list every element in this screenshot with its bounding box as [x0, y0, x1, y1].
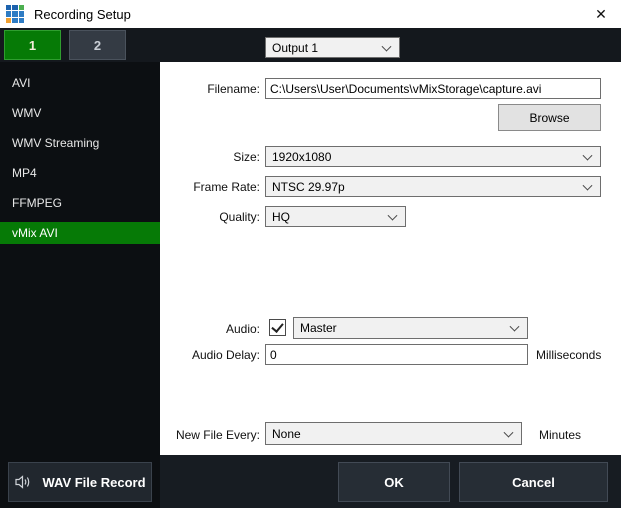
audio-label: Audio: — [225, 322, 260, 336]
window-title: Recording Setup — [34, 6, 131, 22]
new-file-every-select[interactable]: None — [265, 422, 522, 445]
close-icon[interactable]: ✕ — [581, 0, 621, 28]
size-select[interactable]: 1920x1080 — [265, 146, 601, 167]
sidebar-item-wmv-streaming[interactable]: WMV Streaming — [0, 132, 160, 154]
audio-bus-select-value: Master — [300, 321, 337, 335]
wav-file-record-button[interactable]: WAV File Record — [8, 462, 152, 502]
size-select-value: 1920x1080 — [272, 149, 332, 164]
browse-button[interactable]: Browse — [498, 104, 601, 131]
format-sidebar: AVI WMV WMV Streaming MP4 FFMPEG vMix AV… — [0, 62, 160, 508]
ok-button[interactable]: OK — [338, 462, 450, 502]
new-file-every-label: New File Every: — [175, 428, 260, 442]
milliseconds-label: Milliseconds — [536, 348, 602, 362]
filename-label: Filename: — [207, 82, 260, 96]
chevron-down-icon — [503, 427, 514, 438]
frame-rate-select[interactable]: NTSC 29.97p — [265, 176, 601, 197]
sidebar-item-wmv[interactable]: WMV — [0, 102, 160, 124]
title-bar: Recording Setup ✕ — [0, 0, 621, 28]
tab-output-2[interactable]: 2 — [69, 30, 126, 60]
audio-checkbox[interactable] — [269, 319, 286, 336]
size-label: Size: — [233, 150, 260, 164]
sidebar-item-mp4[interactable]: MP4 — [0, 162, 160, 184]
output-select-value: Output 1 — [272, 40, 319, 55]
audio-delay-input[interactable] — [265, 344, 528, 365]
quality-select-value: HQ — [272, 209, 290, 224]
audio-delay-label: Audio Delay: — [191, 348, 260, 362]
frame-rate-select-value: NTSC 29.97p — [272, 179, 345, 194]
sidebar-item-avi[interactable]: AVI — [0, 72, 160, 94]
sidebar-item-vmix-avi[interactable]: vMix AVI — [0, 222, 160, 244]
output-select[interactable]: Output 1 — [265, 37, 400, 58]
frame-rate-label: Frame Rate: — [193, 180, 260, 194]
tab-output-1[interactable]: 1 — [4, 30, 61, 60]
filename-input[interactable] — [265, 78, 601, 99]
chevron-down-icon — [387, 210, 398, 221]
speaker-volume-icon — [14, 474, 32, 490]
minutes-label: Minutes — [539, 428, 582, 442]
new-file-every-select-value: None — [272, 426, 301, 441]
cancel-button[interactable]: Cancel — [459, 462, 608, 502]
chevron-down-icon — [381, 41, 392, 52]
quality-label: Quality: — [219, 210, 260, 224]
chevron-down-icon — [582, 150, 593, 161]
sidebar-item-ffmpeg[interactable]: FFMPEG — [0, 192, 160, 214]
audio-bus-select[interactable]: Master — [293, 317, 528, 339]
chevron-down-icon — [582, 180, 593, 191]
chevron-down-icon — [509, 321, 520, 332]
vmix-grid-icon — [6, 5, 24, 23]
quality-select[interactable]: HQ — [265, 206, 406, 227]
wav-file-record-label: WAV File Record — [42, 474, 146, 490]
